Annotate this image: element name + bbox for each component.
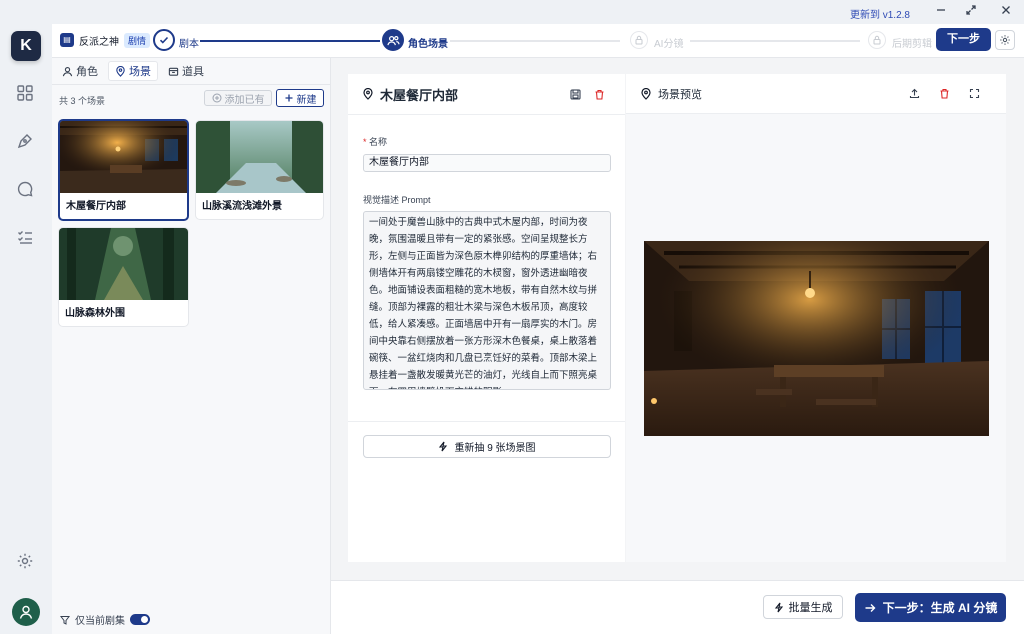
tab-divider bbox=[52, 84, 331, 85]
editor-title: 木屋餐厅内部 bbox=[380, 87, 459, 103]
add-existing-button[interactable]: 添加已有 bbox=[204, 90, 272, 106]
regenerate-label: 重新抽 9 张场景图 bbox=[454, 443, 536, 454]
tab-props[interactable]: 道具 bbox=[162, 61, 210, 81]
lightning-icon bbox=[439, 441, 448, 452]
nav-rail bbox=[0, 24, 52, 634]
fullscreen-icon[interactable] bbox=[966, 86, 982, 102]
settings-gear-icon[interactable] bbox=[16, 552, 36, 572]
box-icon bbox=[168, 67, 179, 76]
minimize-icon[interactable] bbox=[933, 4, 949, 20]
episode-filter-label: 仅当前剧集 bbox=[75, 616, 125, 627]
step-connector bbox=[690, 40, 860, 42]
step-characters-icon[interactable] bbox=[382, 29, 404, 51]
project-tag: 剧情 bbox=[124, 32, 151, 48]
delete-icon[interactable] bbox=[591, 86, 607, 102]
scene-thumbnail bbox=[196, 121, 323, 193]
close-icon[interactable] bbox=[998, 4, 1014, 20]
lightning-icon bbox=[774, 602, 783, 612]
scene-card-title: 山脉溪流浅滩外景 bbox=[202, 201, 282, 212]
scene-preview-image bbox=[644, 241, 989, 436]
scene-thumbnail bbox=[59, 228, 188, 300]
plus-circle-icon bbox=[212, 93, 221, 103]
step-label-script[interactable]: 剧本 bbox=[179, 35, 199, 50]
project-chip[interactable]: ▤ 反派之神 剧情 bbox=[60, 31, 151, 49]
episode-filter-toggle[interactable] bbox=[130, 614, 150, 625]
step-connector-done bbox=[200, 40, 380, 42]
step-ai-storyboard-lock-icon bbox=[630, 31, 648, 49]
next-step-storyboard-button[interactable]: 下一步：生成 AI 分镜 bbox=[855, 593, 1006, 622]
scene-card-forest[interactable]: 山脉森林外围 bbox=[58, 227, 189, 327]
header-next-button[interactable]: 下一步 bbox=[936, 28, 991, 51]
user-icon bbox=[62, 66, 73, 76]
preview-title: 场景预览 bbox=[658, 88, 702, 101]
expand-icon[interactable] bbox=[963, 4, 979, 20]
arrow-right-icon bbox=[865, 603, 876, 612]
project-name: 反派之神 bbox=[79, 36, 119, 48]
step-label-post-edit: 后期剪辑 bbox=[892, 39, 932, 50]
scene-card-cabin[interactable]: 木屋餐厅内部 bbox=[58, 119, 189, 221]
name-field-label: * 名称 bbox=[363, 137, 388, 147]
step-script-check-icon[interactable] bbox=[153, 29, 175, 51]
scene-count: 共 3 个场景 bbox=[59, 96, 106, 106]
scene-card-title: 山脉森林外围 bbox=[65, 308, 125, 319]
prompt-field-label: 视觉描述 Prompt bbox=[363, 195, 431, 205]
header-settings-icon[interactable] bbox=[995, 30, 1015, 50]
new-scene-label: 新建 bbox=[296, 94, 317, 106]
map-pin-icon bbox=[363, 88, 373, 100]
scene-card-title: 木屋餐厅内部 bbox=[66, 201, 126, 212]
add-existing-label: 添加已有 bbox=[224, 94, 265, 106]
name-input[interactable]: 木屋餐厅内部 bbox=[363, 154, 611, 172]
step-post-edit-lock-icon bbox=[868, 31, 886, 49]
tab-scenes[interactable]: 场景 bbox=[108, 61, 158, 81]
tab-scenes-label: 场景 bbox=[129, 66, 151, 78]
next-step-label: 下一步：生成 AI 分镜 bbox=[882, 601, 998, 615]
batch-generate-button[interactable]: 批量生成 bbox=[763, 595, 843, 619]
prompt-textarea[interactable]: 一间处于魔兽山脉中的古典中式木屋内部，时间为夜晚，氛围温暖且带有一定的紧张感。空… bbox=[363, 211, 611, 390]
save-icon[interactable] bbox=[567, 86, 583, 102]
new-scene-button[interactable]: 新建 bbox=[276, 89, 324, 107]
chat-icon[interactable] bbox=[16, 180, 36, 200]
delete-icon[interactable] bbox=[936, 86, 952, 102]
regenerate-button[interactable]: 重新抽 9 张场景图 bbox=[363, 435, 611, 458]
app-logo: K bbox=[11, 31, 41, 61]
upload-icon[interactable] bbox=[906, 86, 922, 102]
filter-icon bbox=[60, 615, 70, 625]
name-label-text: 名称 bbox=[369, 137, 388, 147]
user-avatar[interactable] bbox=[12, 598, 40, 626]
asset-tabs: 角色 场景 道具 bbox=[56, 61, 210, 81]
batch-generate-label: 批量生成 bbox=[788, 602, 833, 614]
grid-icon[interactable] bbox=[16, 84, 36, 104]
plus-icon bbox=[285, 94, 292, 102]
step-label-ai-storyboard: AI分镜 bbox=[654, 39, 684, 50]
editor-divider bbox=[348, 114, 625, 115]
scene-card-stream[interactable]: 山脉溪流浅滩外景 bbox=[195, 120, 324, 220]
step-connector bbox=[450, 40, 620, 42]
update-link[interactable]: 更新到 v1.2.8 bbox=[850, 6, 910, 21]
checklist-icon[interactable] bbox=[16, 228, 36, 248]
tab-characters-label: 角色 bbox=[76, 66, 98, 78]
tab-characters[interactable]: 角色 bbox=[56, 61, 104, 81]
scene-thumbnail bbox=[60, 121, 187, 193]
pen-icon[interactable] bbox=[16, 132, 36, 152]
editor-divider bbox=[348, 421, 625, 422]
tab-props-label: 道具 bbox=[182, 66, 204, 78]
step-label-characters[interactable]: 角色场景 bbox=[408, 35, 448, 50]
project-book-icon: ▤ bbox=[60, 33, 74, 47]
map-pin-icon bbox=[116, 65, 125, 77]
map-pin-icon bbox=[641, 87, 651, 100]
episode-filter[interactable]: 仅当前剧集 bbox=[60, 612, 150, 627]
